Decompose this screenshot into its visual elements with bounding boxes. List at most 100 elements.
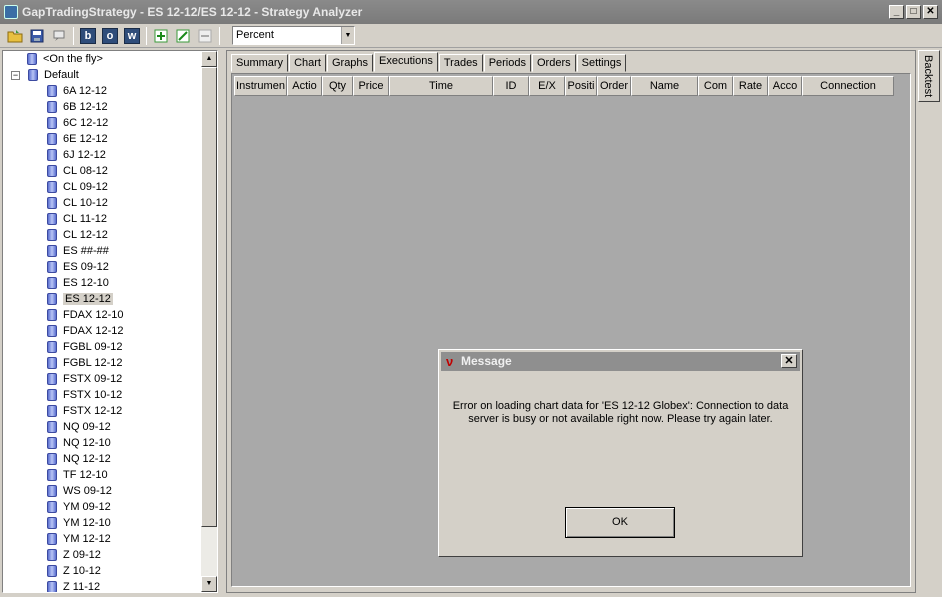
tree-item[interactable]: YM 12-12 xyxy=(47,531,111,547)
tree-item-label: NQ 12-12 xyxy=(63,453,111,465)
tree-item[interactable]: CL 11-12 xyxy=(47,211,107,227)
tree-item[interactable]: CL 09-12 xyxy=(47,179,108,195)
database-icon xyxy=(47,261,57,273)
tree-item[interactable]: NQ 12-12 xyxy=(47,451,111,467)
tree-item[interactable]: FGBL 09-12 xyxy=(47,339,123,355)
display-unit-select[interactable]: Percent ▼ xyxy=(232,26,355,45)
w-button[interactable]: w xyxy=(123,27,141,45)
database-icon xyxy=(47,501,57,513)
maximize-button[interactable]: □ xyxy=(906,5,921,19)
tree-item[interactable]: ES 09-12 xyxy=(47,259,109,275)
b-button[interactable]: b xyxy=(79,27,97,45)
tree-item[interactable]: YM 12-10 xyxy=(47,515,111,531)
collapse-icon[interactable]: − xyxy=(11,70,20,80)
database-icon xyxy=(47,533,57,545)
tab-orders[interactable]: Orders xyxy=(531,54,576,72)
tab-graphs[interactable]: Graphs xyxy=(326,54,374,72)
app-icon xyxy=(4,5,18,19)
database-icon xyxy=(47,437,57,449)
tree-item[interactable]: Z 10-12 xyxy=(47,563,101,579)
tree-item[interactable]: NQ 09-12 xyxy=(47,419,111,435)
tree-item[interactable]: FSTX 12-12 xyxy=(47,403,122,419)
column-header[interactable]: Actio xyxy=(287,76,322,96)
tree-item[interactable]: FSTX 09-12 xyxy=(47,371,122,387)
database-icon xyxy=(28,69,38,81)
tree-item[interactable]: FGBL 12-12 xyxy=(47,355,123,371)
database-icon xyxy=(47,165,57,177)
database-icon xyxy=(47,309,57,321)
tree-item[interactable]: 6C 12-12 xyxy=(47,115,108,131)
scroll-thumb[interactable] xyxy=(201,67,217,527)
tree-item-label: Z 09-12 xyxy=(63,549,101,561)
tree-item[interactable]: CL 12-12 xyxy=(47,227,108,243)
database-icon xyxy=(47,405,57,417)
tab-periods[interactable]: Periods xyxy=(483,54,531,72)
o-button[interactable]: o xyxy=(101,27,119,45)
open-folder-icon[interactable] xyxy=(6,27,24,45)
tree-item[interactable]: Z 09-12 xyxy=(47,547,101,563)
column-header[interactable]: Rate xyxy=(733,76,768,96)
tree-item[interactable]: CL 10-12 xyxy=(47,195,108,211)
tree-item[interactable]: FDAX 12-10 xyxy=(47,307,124,323)
save-icon[interactable] xyxy=(28,27,46,45)
column-header[interactable]: ID xyxy=(493,76,529,96)
side-tab-label: Backtest xyxy=(922,55,934,98)
dialog-title: Message xyxy=(461,354,512,368)
tree-item[interactable]: 6A 12-12 xyxy=(47,83,107,99)
add-icon[interactable] xyxy=(152,27,170,45)
scroll-down-button[interactable]: ▼ xyxy=(201,576,217,592)
tab-backtest[interactable]: Backtest xyxy=(918,50,940,102)
column-header[interactable]: Acco xyxy=(768,76,802,96)
database-icon xyxy=(47,357,57,369)
tree-item[interactable]: ES 12-10 xyxy=(47,275,109,291)
column-header[interactable]: E/X xyxy=(529,76,565,96)
tree-item-label: ES 12-12 xyxy=(63,293,113,305)
tab-chart[interactable]: Chart xyxy=(289,54,326,72)
column-header[interactable]: Qty xyxy=(322,76,353,96)
column-header[interactable]: Order xyxy=(597,76,631,96)
tree-item[interactable]: TF 12-10 xyxy=(47,467,108,483)
scroll-up-button[interactable]: ▲ xyxy=(201,51,217,67)
tab-summary[interactable]: Summary xyxy=(231,54,289,72)
remove-icon[interactable] xyxy=(196,27,214,45)
tree-item-label: NQ 09-12 xyxy=(63,421,111,433)
column-header[interactable]: Positi xyxy=(565,76,597,96)
chevron-down-icon[interactable]: ▼ xyxy=(341,27,354,44)
tree-item[interactable]: CL 08-12 xyxy=(47,163,108,179)
database-icon xyxy=(47,581,57,592)
tab-executions[interactable]: Executions xyxy=(374,52,438,72)
tree-item[interactable]: Z 11-12 xyxy=(47,579,100,592)
tab-settings[interactable]: Settings xyxy=(576,54,627,72)
column-header[interactable]: Connection xyxy=(802,76,894,96)
column-header[interactable]: Price xyxy=(353,76,389,96)
tree-item[interactable]: ES ##-## xyxy=(47,243,109,259)
dialog-title-bar: ν Message ✕ xyxy=(441,352,800,371)
database-icon xyxy=(47,181,57,193)
dialog-close-button[interactable]: ✕ xyxy=(781,354,797,368)
tree-item[interactable]: YM 09-12 xyxy=(47,499,111,515)
tree-item[interactable]: FSTX 10-12 xyxy=(47,387,122,403)
tree-item[interactable]: WS 09-12 xyxy=(47,483,112,499)
comment-icon[interactable] xyxy=(50,27,68,45)
tree-group-default[interactable]: − Default xyxy=(11,67,79,83)
tree-item[interactable]: FDAX 12-12 xyxy=(47,323,124,339)
ok-button[interactable]: OK xyxy=(565,507,675,538)
edit-icon[interactable] xyxy=(174,27,192,45)
column-header[interactable]: Time xyxy=(389,76,493,96)
database-icon xyxy=(47,421,57,433)
column-header[interactable]: Name xyxy=(631,76,698,96)
tree-item-on-the-fly[interactable]: <On the fly> xyxy=(27,51,103,67)
tree-item[interactable]: 6B 12-12 xyxy=(47,99,108,115)
tab-trades[interactable]: Trades xyxy=(438,54,483,72)
tree-item[interactable]: NQ 12-10 xyxy=(47,435,111,451)
tree-item-label: ES 12-10 xyxy=(63,277,109,289)
tree-scrollbar[interactable]: ▲ ▼ xyxy=(201,51,217,592)
tree-item[interactable]: ES 12-12 xyxy=(47,291,113,307)
minimize-button[interactable]: _ xyxy=(889,5,904,19)
tree-item[interactable]: 6E 12-12 xyxy=(47,131,108,147)
tree-item-label: CL 08-12 xyxy=(63,165,108,177)
tree-item[interactable]: 6J 12-12 xyxy=(47,147,106,163)
close-button[interactable]: ✕ xyxy=(923,5,938,19)
column-header[interactable]: Instrumen xyxy=(234,76,287,96)
column-header[interactable]: Com xyxy=(698,76,733,96)
